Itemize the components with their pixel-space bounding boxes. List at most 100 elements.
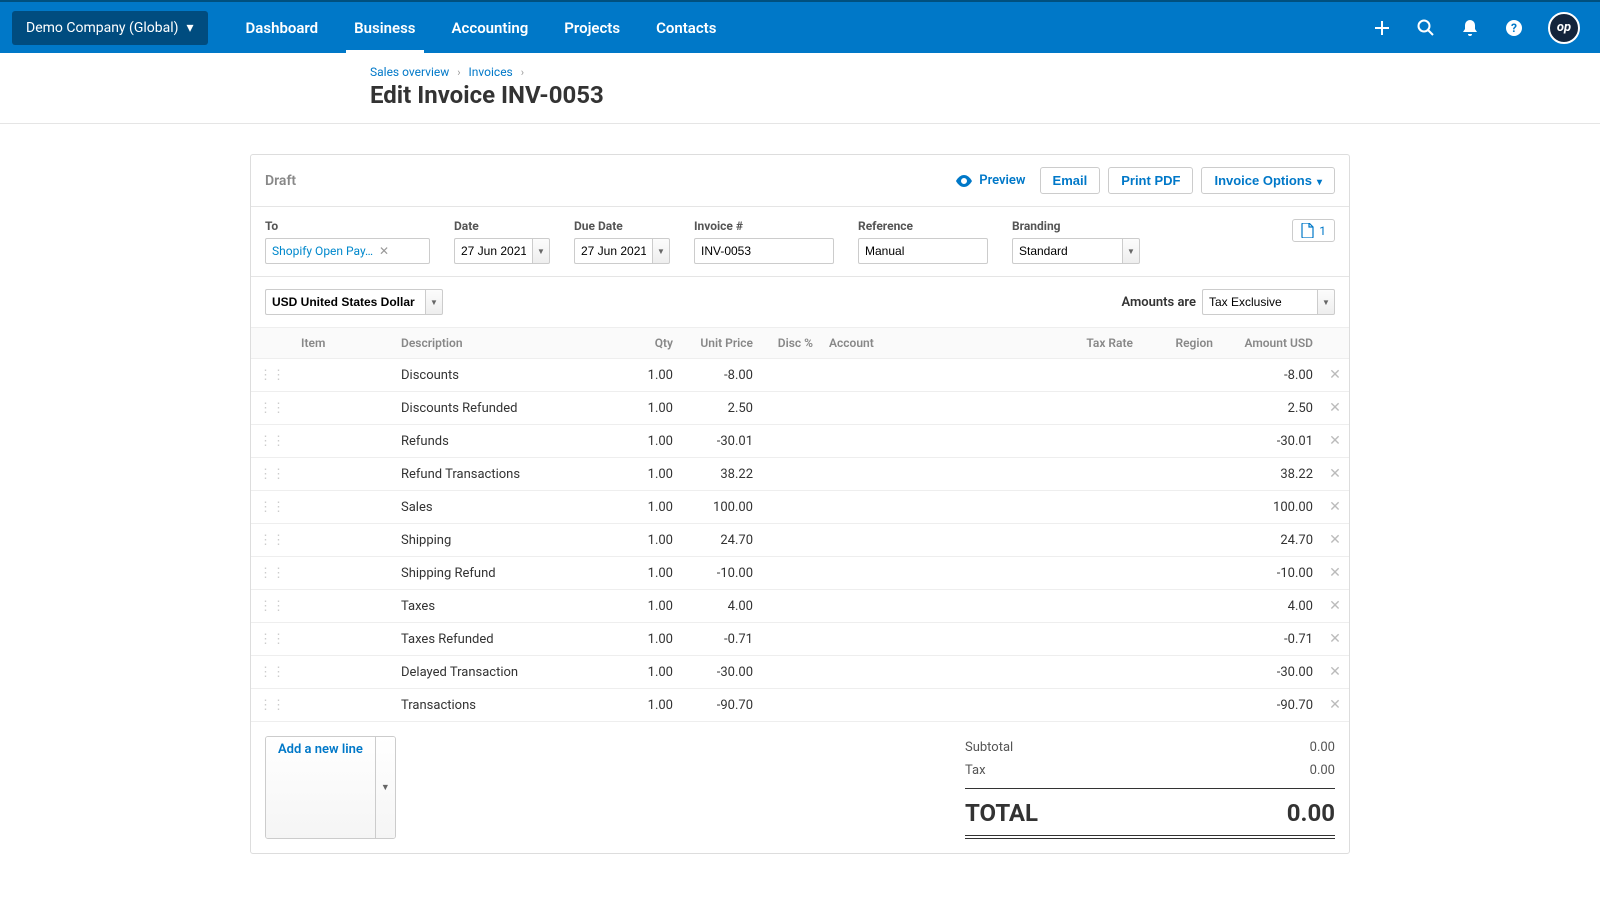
cell-tax-rate[interactable] (1001, 491, 1141, 524)
cell-qty[interactable]: 1.00 (626, 623, 681, 656)
to-input[interactable]: Shopify Open Pay… ✕ (265, 238, 430, 264)
line-item-row[interactable]: ⋮⋮Refunds1.00-30.01-30.01✕ (251, 425, 1349, 458)
cell-unit-price[interactable]: -30.01 (681, 425, 761, 458)
cell-disc[interactable] (761, 557, 821, 590)
nav-item-projects[interactable]: Projects (546, 2, 638, 53)
line-item-row[interactable]: ⋮⋮Taxes1.004.004.00✕ (251, 590, 1349, 623)
contact-token[interactable]: Shopify Open Pay… (270, 241, 375, 261)
line-item-row[interactable]: ⋮⋮Sales1.00100.00100.00✕ (251, 491, 1349, 524)
delete-row-icon[interactable]: ✕ (1321, 524, 1349, 557)
cell-unit-price[interactable]: -10.00 (681, 557, 761, 590)
delete-row-icon[interactable]: ✕ (1321, 491, 1349, 524)
cell-disc[interactable] (761, 689, 821, 722)
amounts-are-select[interactable] (1202, 289, 1317, 315)
email-button[interactable]: Email (1040, 167, 1101, 194)
files-button[interactable]: 1 (1292, 219, 1335, 242)
avatar[interactable]: op (1548, 12, 1580, 44)
delete-row-icon[interactable]: ✕ (1321, 458, 1349, 491)
drag-handle-icon[interactable]: ⋮⋮ (251, 425, 293, 458)
drag-handle-icon[interactable]: ⋮⋮ (251, 359, 293, 392)
cell-amount[interactable]: -30.00 (1221, 656, 1321, 689)
cell-qty[interactable]: 1.00 (626, 425, 681, 458)
invoice-number-input[interactable] (694, 238, 834, 264)
cell-region[interactable] (1141, 623, 1221, 656)
line-item-row[interactable]: ⋮⋮Transactions1.00-90.70-90.70✕ (251, 689, 1349, 722)
dropdown-button[interactable]: ▼ (1122, 238, 1140, 264)
search-icon[interactable] (1416, 18, 1436, 38)
cell-tax-rate[interactable] (1001, 458, 1141, 491)
cell-qty[interactable]: 1.00 (626, 491, 681, 524)
cell-tax-rate[interactable] (1001, 623, 1141, 656)
cell-description[interactable]: Refund Transactions (393, 458, 626, 491)
nav-item-business[interactable]: Business (336, 2, 433, 53)
cell-amount[interactable]: 24.70 (1221, 524, 1321, 557)
delete-row-icon[interactable]: ✕ (1321, 392, 1349, 425)
cell-qty[interactable]: 1.00 (626, 656, 681, 689)
dropdown-button[interactable]: ▼ (652, 238, 670, 264)
cell-account[interactable] (821, 623, 1001, 656)
cell-tax-rate[interactable] (1001, 524, 1141, 557)
cell-account[interactable] (821, 458, 1001, 491)
cell-item[interactable] (293, 689, 393, 722)
nav-item-contacts[interactable]: Contacts (638, 2, 734, 53)
delete-row-icon[interactable]: ✕ (1321, 689, 1349, 722)
drag-handle-icon[interactable]: ⋮⋮ (251, 557, 293, 590)
cell-amount[interactable]: 4.00 (1221, 590, 1321, 623)
print-pdf-button[interactable]: Print PDF (1108, 167, 1193, 194)
cell-qty[interactable]: 1.00 (626, 359, 681, 392)
cell-item[interactable] (293, 425, 393, 458)
cell-account[interactable] (821, 689, 1001, 722)
cell-disc[interactable] (761, 425, 821, 458)
delete-row-icon[interactable]: ✕ (1321, 656, 1349, 689)
cell-region[interactable] (1141, 458, 1221, 491)
cell-tax-rate[interactable] (1001, 425, 1141, 458)
delete-row-icon[interactable]: ✕ (1321, 590, 1349, 623)
date-input[interactable] (454, 238, 532, 264)
drag-handle-icon[interactable]: ⋮⋮ (251, 524, 293, 557)
cell-item[interactable] (293, 656, 393, 689)
drag-handle-icon[interactable]: ⋮⋮ (251, 656, 293, 689)
drag-handle-icon[interactable]: ⋮⋮ (251, 623, 293, 656)
cell-account[interactable] (821, 557, 1001, 590)
cell-unit-price[interactable]: -0.71 (681, 623, 761, 656)
cell-tax-rate[interactable] (1001, 689, 1141, 722)
cell-account[interactable] (821, 590, 1001, 623)
line-item-row[interactable]: ⋮⋮Shipping1.0024.7024.70✕ (251, 524, 1349, 557)
line-item-row[interactable]: ⋮⋮Discounts Refunded1.002.502.50✕ (251, 392, 1349, 425)
bell-icon[interactable] (1460, 18, 1480, 38)
cell-disc[interactable] (761, 524, 821, 557)
cell-unit-price[interactable]: 2.50 (681, 392, 761, 425)
cell-description[interactable]: Shipping (393, 524, 626, 557)
cell-unit-price[interactable]: -8.00 (681, 359, 761, 392)
dropdown-button[interactable]: ▼ (1317, 289, 1335, 315)
cell-tax-rate[interactable] (1001, 392, 1141, 425)
cell-unit-price[interactable]: -30.00 (681, 656, 761, 689)
cell-item[interactable] (293, 524, 393, 557)
cell-description[interactable]: Transactions (393, 689, 626, 722)
cell-disc[interactable] (761, 359, 821, 392)
cell-item[interactable] (293, 359, 393, 392)
clear-icon[interactable]: ✕ (379, 244, 389, 258)
cell-item[interactable] (293, 557, 393, 590)
cell-qty[interactable]: 1.00 (626, 590, 681, 623)
cell-item[interactable] (293, 458, 393, 491)
drag-handle-icon[interactable]: ⋮⋮ (251, 491, 293, 524)
cell-tax-rate[interactable] (1001, 656, 1141, 689)
preview-link[interactable]: Preview (955, 173, 1025, 188)
drag-handle-icon[interactable]: ⋮⋮ (251, 689, 293, 722)
cell-account[interactable] (821, 524, 1001, 557)
cell-unit-price[interactable]: -90.70 (681, 689, 761, 722)
cell-unit-price[interactable]: 24.70 (681, 524, 761, 557)
cell-account[interactable] (821, 491, 1001, 524)
cell-qty[interactable]: 1.00 (626, 689, 681, 722)
plus-icon[interactable] (1372, 18, 1392, 38)
cell-amount[interactable]: -8.00 (1221, 359, 1321, 392)
cell-description[interactable]: Sales (393, 491, 626, 524)
cell-amount[interactable]: -90.70 (1221, 689, 1321, 722)
cell-region[interactable] (1141, 590, 1221, 623)
cell-region[interactable] (1141, 425, 1221, 458)
cell-region[interactable] (1141, 359, 1221, 392)
cell-tax-rate[interactable] (1001, 590, 1141, 623)
cell-amount[interactable]: -30.01 (1221, 425, 1321, 458)
cell-description[interactable]: Taxes Refunded (393, 623, 626, 656)
